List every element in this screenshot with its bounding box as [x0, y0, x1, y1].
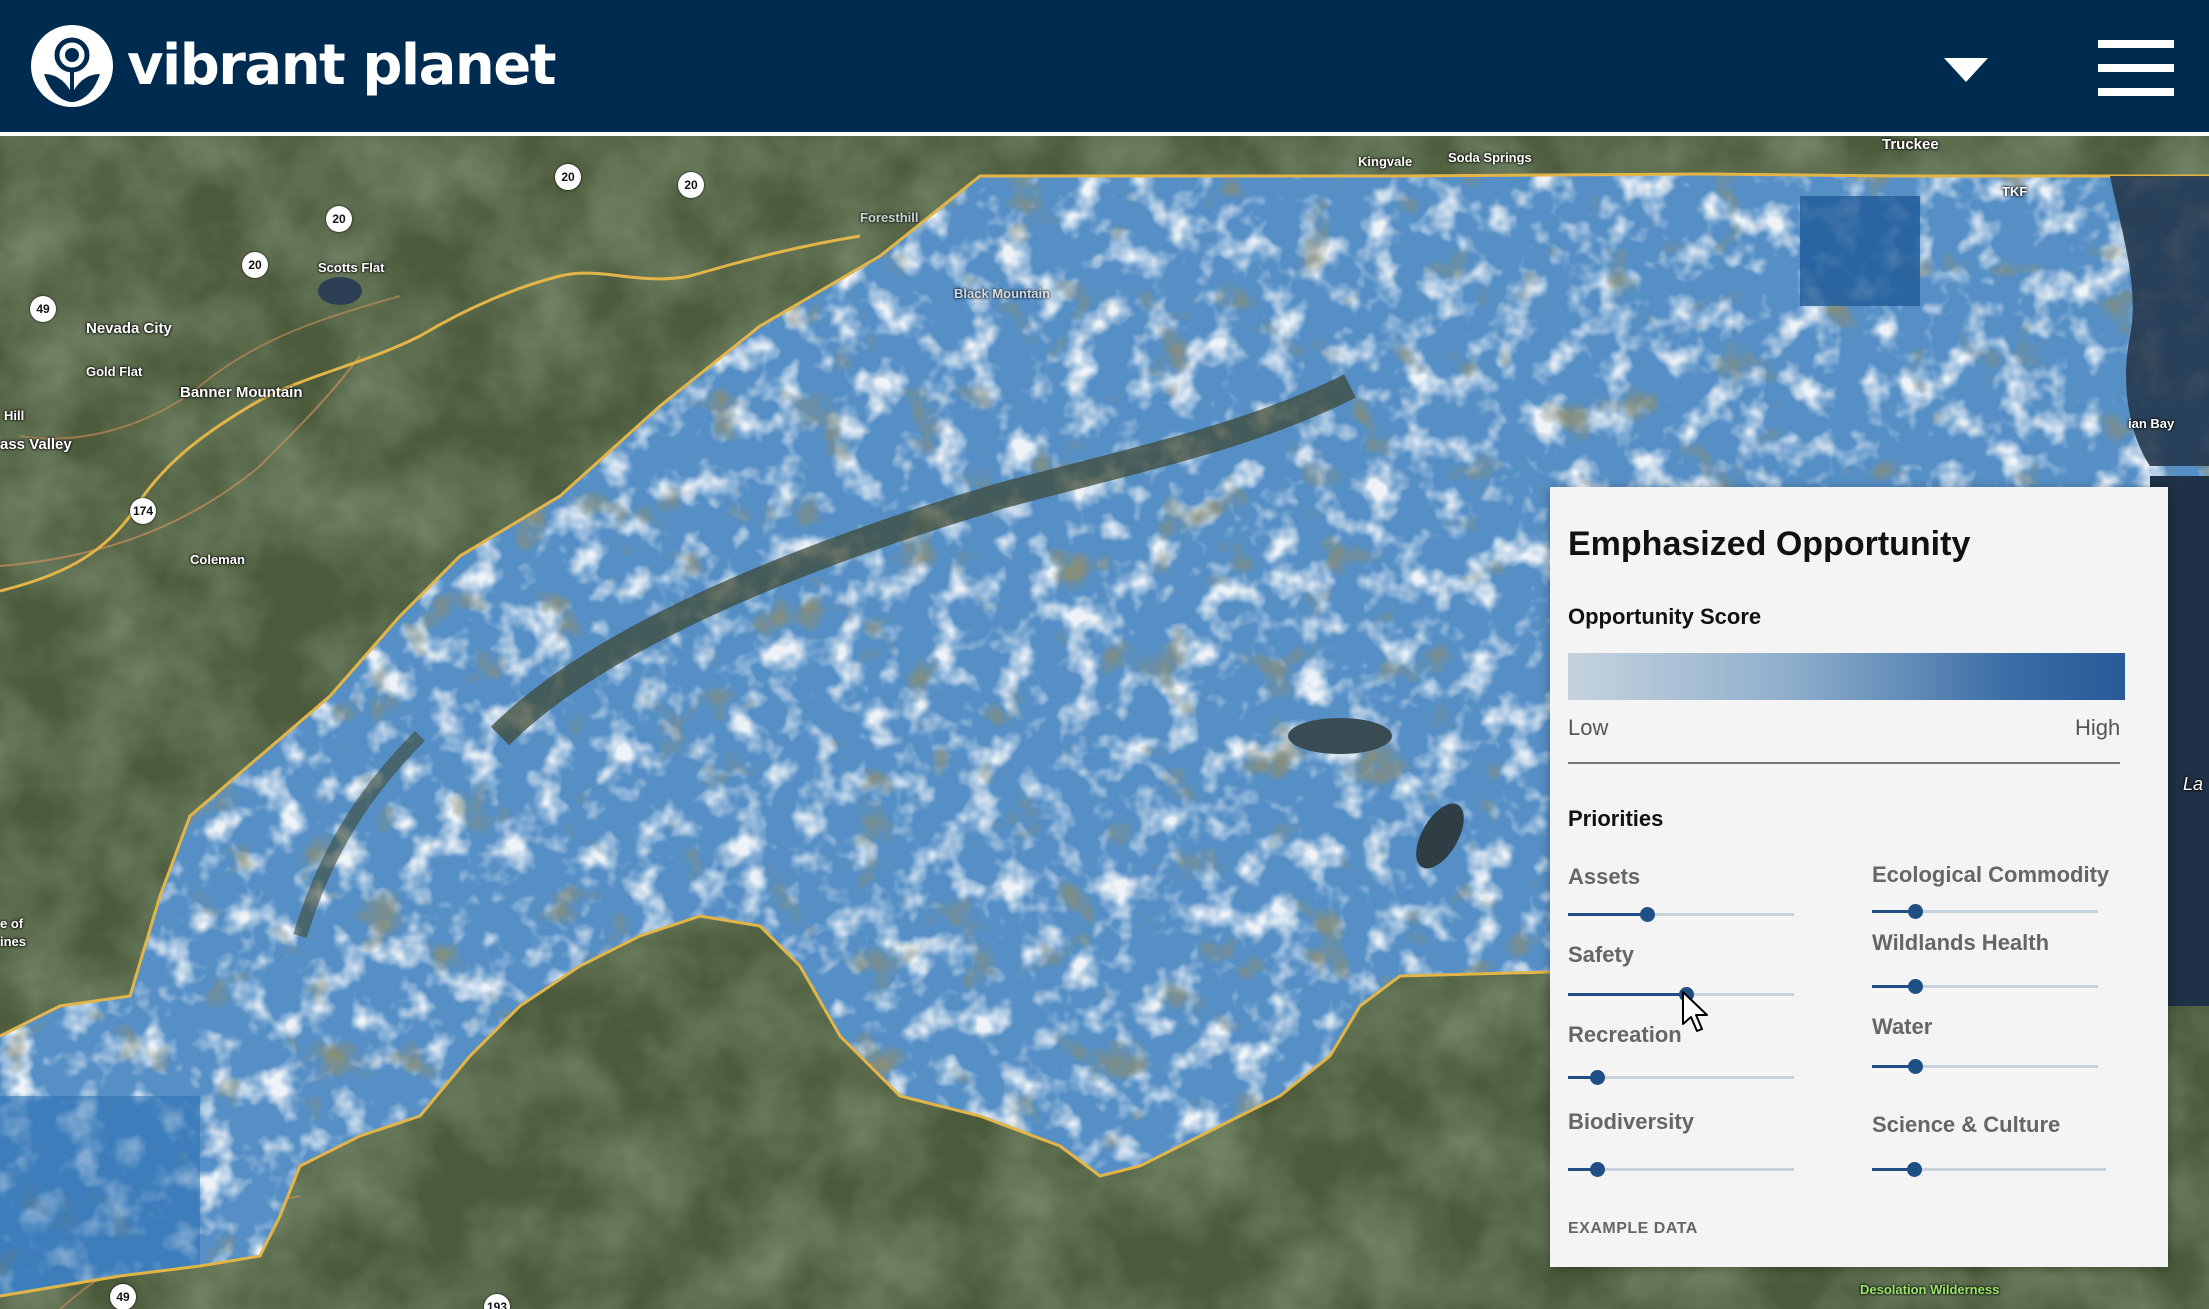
highway-shield: 174	[130, 498, 156, 524]
map-place-label: Banner Mountain	[180, 384, 303, 401]
opportunity-score-label: Opportunity Score	[1568, 604, 1762, 629]
example-data-label: EXAMPLE DATA	[1568, 1220, 1698, 1237]
assets-slider[interactable]	[1568, 907, 1794, 922]
opportunity-gradient-bar	[1568, 653, 2125, 700]
highway-shield: 20	[678, 172, 704, 198]
map-place-label: Black Mountain	[954, 286, 1051, 301]
science-culture-slider[interactable]	[1872, 1162, 2106, 1177]
map-place-label: Gold Flat	[86, 364, 143, 379]
map-place-label: Soda Springs	[1448, 150, 1532, 165]
slider-thumb[interactable]	[1590, 1162, 1606, 1177]
slider-thumb[interactable]	[1907, 979, 1923, 994]
biodiversity-slider[interactable]	[1568, 1162, 1794, 1177]
water-slider[interactable]	[1872, 1059, 2098, 1074]
map-place-label: Foresthill	[860, 210, 919, 225]
map-place-label: La	[2183, 774, 2204, 794]
map-place-label: Desolation Wilderness	[1860, 1282, 2000, 1297]
ecological-commodity-slider[interactable]	[1872, 904, 2098, 919]
slider-label-science-culture: Science & Culture	[1872, 1112, 2061, 1137]
slider-thumb[interactable]	[1907, 904, 1923, 919]
map-place-label: Kingvale	[1358, 154, 1413, 169]
slider-thumb[interactable]	[1640, 907, 1656, 922]
vibrant-planet-logo-icon[interactable]	[30, 24, 114, 108]
divider	[1568, 762, 2120, 764]
legend-title: Emphasized Opportunity	[1568, 525, 1971, 563]
map-place-label: Coleman	[190, 552, 245, 567]
hamburger-menu-icon[interactable]	[2098, 40, 2174, 96]
map-place-label: ines	[0, 934, 27, 949]
slider-label-wildlands-health: Wildlands Health	[1872, 930, 2050, 955]
priorities-label: Priorities	[1568, 806, 1664, 831]
slider-label-biodiversity: Biodiversity	[1568, 1109, 1694, 1134]
caret-down-icon[interactable]	[1944, 54, 1988, 84]
map-place-label: Hill	[4, 408, 25, 423]
recreation-slider[interactable]	[1568, 1070, 1794, 1085]
wildlands-health-slider[interactable]	[1872, 979, 2098, 994]
map-place-label: Truckee	[1882, 136, 1939, 153]
map-place-label: ian Bay	[2128, 416, 2175, 431]
slider-label-recreation: Recreation	[1568, 1022, 1682, 1047]
map-place-label: Nevada City	[86, 320, 172, 337]
brand-name[interactable]: vibrant planet	[127, 30, 557, 102]
highway-shield: 20	[326, 206, 352, 232]
gradient-low-label: Low	[1568, 715, 1609, 740]
slider-thumb[interactable]	[1907, 1059, 1923, 1074]
slider-label-water: Water	[1872, 1014, 1933, 1039]
highway-shield: 20	[242, 252, 268, 278]
slider-label-assets: Assets	[1568, 864, 1641, 889]
map-place-label: Scotts Flat	[318, 260, 385, 275]
highway-shield: 20	[555, 164, 581, 190]
mouse-pointer-icon	[1682, 991, 1708, 1032]
slider-label-ecological-commodity: Ecological Commodity	[1872, 862, 2110, 887]
slider-label-safety: Safety	[1568, 942, 1635, 967]
gradient-high-label: High	[2075, 715, 2121, 740]
legend-panel: Emphasized Opportunity Opportunity Score…	[1550, 487, 2168, 1267]
slider-thumb[interactable]	[1590, 1070, 1606, 1085]
map-place-label: ass Valley	[0, 436, 72, 453]
top-nav-bar: vibrant planet	[0, 0, 2209, 136]
map-place-label: TKF	[2002, 184, 2028, 199]
highway-shield: 49	[110, 1284, 136, 1309]
slider-thumb[interactable]	[1907, 1162, 1923, 1177]
highway-shield: 49	[30, 296, 56, 322]
map-place-label: e of	[0, 916, 24, 931]
